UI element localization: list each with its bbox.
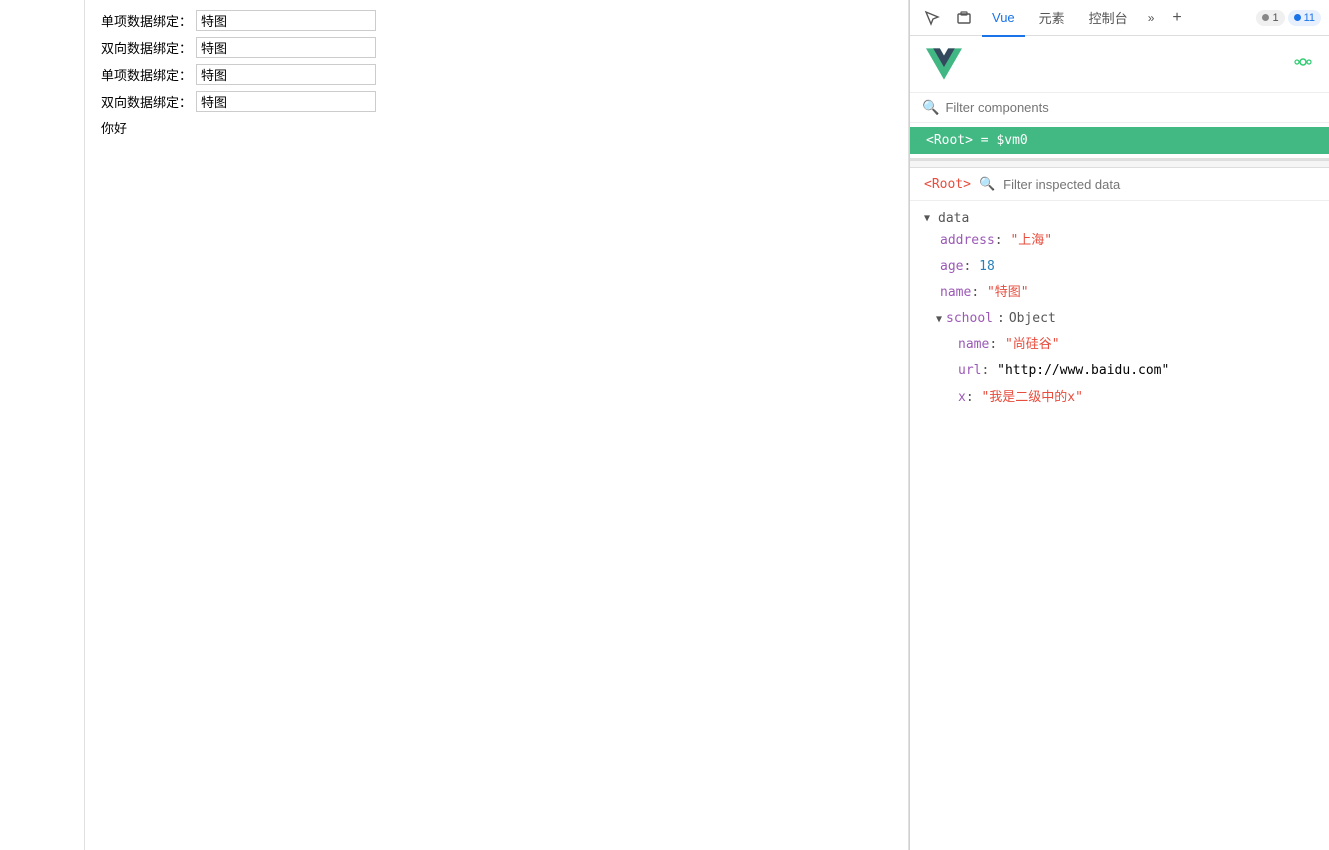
form-row: 双向数据绑定： (101, 91, 892, 112)
value-name: "特图" (987, 285, 1029, 300)
vue-logo (926, 46, 962, 82)
badge-blue-dot (1294, 14, 1301, 21)
tab-elements[interactable]: 元素 (1029, 1, 1075, 37)
add-tab-button[interactable]: + (1166, 5, 1187, 31)
component-filter-input[interactable] (945, 100, 1317, 115)
school-name-value: "尚硅谷" (1005, 337, 1060, 352)
data-section: ▼ data address: "上海" age: 18 name: "特图" (910, 209, 1329, 411)
data-section-header[interactable]: ▼ data (910, 209, 1329, 228)
value-age: 18 (979, 259, 995, 274)
inspect-root-tag: <Root> (924, 177, 971, 192)
school-url-value: "http://www.baidu.com" (997, 363, 1169, 378)
badges-container: 1 11 (1256, 10, 1321, 26)
school-name-key: name (958, 337, 989, 352)
school-x-item: x: "我是二级中的x" (910, 385, 1329, 411)
value-address: "上海" (1010, 233, 1052, 248)
devtools-panel: Vue 元素 控制台 » + 1 11 (909, 0, 1329, 850)
tab-vue[interactable]: Vue (982, 1, 1025, 37)
school-value: Object (1009, 308, 1056, 330)
school-x-key: x (958, 390, 966, 405)
root-component-name: <Root> = $vm0 (926, 133, 1028, 148)
form-input[interactable] (196, 37, 376, 58)
inspect-element-button[interactable] (918, 4, 946, 32)
left-sidebar (0, 0, 85, 850)
screenshot-button[interactable] (950, 4, 978, 32)
school-name-item: name: "尚硅谷" (910, 332, 1329, 358)
badge-gray: 1 (1256, 10, 1284, 26)
badge-blue-count: 11 (1304, 12, 1315, 24)
key-name: name (940, 285, 971, 300)
section-name: data (938, 211, 969, 226)
form-row: 双向数据绑定： (101, 37, 892, 58)
badge-blue: 11 (1288, 10, 1321, 26)
school-url-item: url: "http://www.baidu.com" (910, 358, 1329, 384)
component-search-icon: 🔍 (922, 99, 939, 116)
panel-divider[interactable] (910, 160, 1329, 168)
root-component-item[interactable]: <Root> = $vm0 (910, 127, 1329, 154)
tab-console[interactable]: 控制台 (1079, 1, 1138, 37)
data-item-age: age: 18 (910, 254, 1329, 280)
key-age: age (940, 259, 963, 274)
school-object-header[interactable]: ▼ school: Object (910, 306, 1329, 332)
form-input[interactable] (196, 64, 376, 85)
inspect-header: <Root> 🔍 (910, 168, 1329, 201)
filter-search-icon: 🔍 (979, 176, 995, 192)
form-label: 双向数据绑定： (101, 38, 192, 57)
component-tree: <Root> = $vm0 (910, 123, 1329, 158)
badge-gray-dot (1262, 14, 1269, 21)
school-arrow: ▼ (936, 311, 942, 328)
form-row: 单项数据绑定： (101, 10, 892, 31)
component-filter: 🔍 (910, 93, 1329, 123)
form-label: 单项数据绑定： (101, 11, 192, 30)
devtools-toolbar: Vue 元素 控制台 » + 1 11 (910, 0, 1329, 36)
form-row: 单项数据绑定： (101, 64, 892, 85)
main-content: 单项数据绑定： 双向数据绑定： 单项数据绑定： 双向数据绑定： 你好 (85, 0, 909, 850)
school-url-key: url (958, 363, 981, 378)
more-tabs-button[interactable]: » (1142, 7, 1161, 29)
school-key: school (946, 308, 993, 330)
section-arrow: ▼ (924, 213, 934, 224)
greeting-text: 你好 (101, 118, 892, 137)
vue-settings-icon[interactable] (1293, 52, 1313, 77)
badge-gray-count: 1 (1272, 12, 1278, 24)
vue-panel-lower: <Root> 🔍 ▼ data address: "上海" age: 18 (910, 168, 1329, 850)
form-label: 双向数据绑定： (101, 92, 192, 111)
data-item-name: name: "特图" (910, 280, 1329, 306)
form-input[interactable] (196, 91, 376, 112)
form-label: 单项数据绑定： (101, 65, 192, 84)
school-x-value: "我是二级中的x" (981, 390, 1082, 405)
form-input[interactable] (196, 10, 376, 31)
filter-inspected-input[interactable] (1003, 177, 1315, 192)
key-address: address (940, 233, 995, 248)
data-item-address: address: "上海" (910, 228, 1329, 254)
vue-logo-bar (910, 36, 1329, 93)
vue-panel-upper: 🔍 <Root> = $vm0 (910, 36, 1329, 160)
data-tree: ▼ data address: "上海" age: 18 name: "特图" (910, 201, 1329, 850)
root-tag-text: <Root> (924, 177, 971, 192)
